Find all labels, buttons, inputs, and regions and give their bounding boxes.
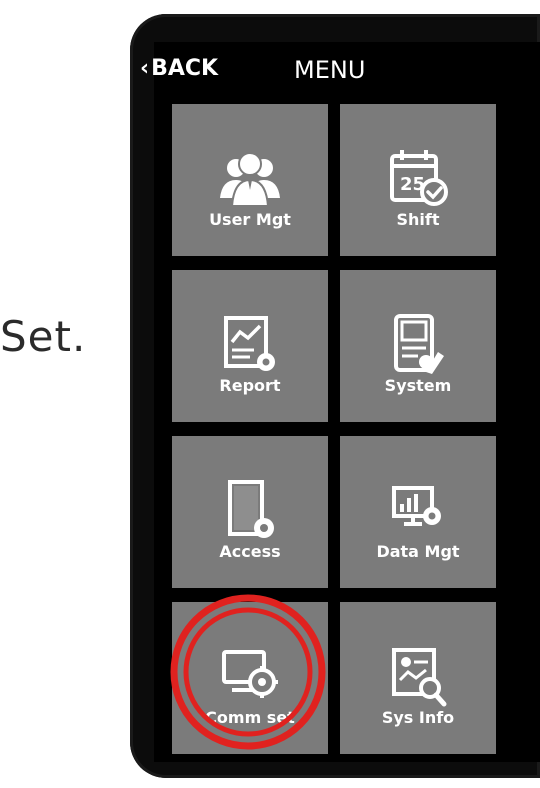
sys-info-icon	[392, 648, 447, 707]
chevron-left-icon: ‹	[140, 56, 150, 81]
back-label: BACK	[151, 56, 219, 81]
tile-label: Sys Info	[381, 708, 455, 727]
tile-label: Shift	[396, 210, 440, 229]
data-monitor-icon	[392, 486, 441, 526]
tile-user-mgt[interactable]: User Mgt	[172, 104, 328, 256]
tile-label: Comm set	[205, 708, 295, 727]
tile-shift[interactable]: 25 Shift	[340, 104, 496, 256]
comm-gear-icon	[222, 650, 278, 698]
top-bar: ‹ BACK MENU	[140, 42, 540, 102]
tile-label: Report	[219, 376, 281, 395]
calendar-check-icon: 25	[390, 150, 448, 206]
tile-label: User Mgt	[209, 210, 291, 229]
tile-sys-info[interactable]: Sys Info	[340, 602, 496, 754]
tile-report[interactable]: Report	[172, 270, 328, 422]
page-title: MENU	[294, 56, 366, 84]
menu-screen: ‹ BACK MENU User Mgt 25 Shift Report Sys…	[140, 42, 540, 762]
tile-system[interactable]: System	[340, 270, 496, 422]
system-settings-icon	[394, 314, 444, 374]
tile-comm-set[interactable]: Comm set	[172, 602, 328, 754]
tile-label: Access	[219, 542, 281, 561]
users-icon	[220, 152, 280, 207]
door-gear-icon	[228, 480, 274, 538]
tile-label: System	[384, 376, 452, 395]
tile-label: Data Mgt	[376, 542, 460, 561]
caption-text: Set.	[0, 312, 87, 361]
tile-data-mgt[interactable]: Data Mgt	[340, 436, 496, 588]
report-chart-icon	[224, 316, 275, 371]
tile-access[interactable]: Access	[172, 436, 328, 588]
back-button[interactable]: ‹ BACK	[140, 56, 218, 81]
